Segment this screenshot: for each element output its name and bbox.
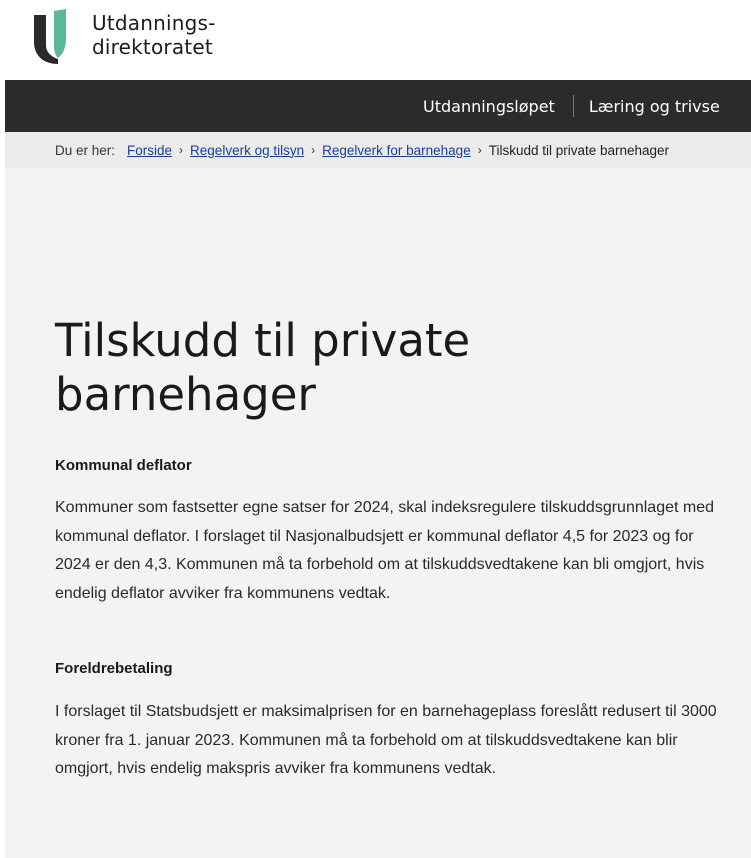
breadcrumb-prefix: Du er her: xyxy=(55,142,116,158)
breadcrumb-link-regelverk-og-tilsyn[interactable]: Regelverk og tilsyn xyxy=(190,143,304,158)
main-content: Tilskudd til private barnehager Kommunal… xyxy=(5,168,751,858)
logo-text[interactable]: Utdannings- direktoratet xyxy=(92,11,216,59)
breadcrumb-link-regelverk-for-barnehage[interactable]: Regelverk for barnehage xyxy=(322,143,471,158)
nav-item-laering-og-trivsel[interactable]: Læring og trivse xyxy=(589,97,720,116)
section-text-kommunal-deflator: Kommuner som fastsetter egne satser for … xyxy=(55,499,715,602)
breadcrumb-separator-icon: › xyxy=(311,143,316,157)
site-header: Utdannings- direktoratet xyxy=(0,0,751,80)
udir-logo-icon[interactable] xyxy=(32,9,78,65)
section-text-foreldrebetaling: I forslaget til Statsbudsjett er maksima… xyxy=(55,703,717,777)
breadcrumb-link-forside[interactable]: Forside xyxy=(127,143,172,158)
breadcrumb-current: Tilskudd til private barnehager xyxy=(488,142,670,158)
page-title-line2: barnehager xyxy=(55,368,316,421)
nav-divider xyxy=(572,95,574,117)
breadcrumb-separator-icon: › xyxy=(179,143,184,157)
section-heading-foreldrebetaling: Foreldrebetaling xyxy=(55,660,173,677)
page-title: Tilskudd til private barnehager xyxy=(55,314,615,422)
logo-text-line2: direktoratet xyxy=(92,35,213,59)
main-navigation: Utdanningsløpet Læring og trivse xyxy=(5,80,751,132)
section-heading-kommunal-deflator: Kommunal deflator xyxy=(55,457,192,474)
breadcrumb: Du er her: Forside › Regelverk og tilsyn… xyxy=(5,132,751,168)
nav-item-utdanningslopet[interactable]: Utdanningsløpet xyxy=(423,97,555,116)
breadcrumb-separator-icon: › xyxy=(477,143,482,157)
page-title-line1: Tilskudd til private xyxy=(55,314,471,367)
logo-text-line1: Utdannings- xyxy=(92,11,216,35)
